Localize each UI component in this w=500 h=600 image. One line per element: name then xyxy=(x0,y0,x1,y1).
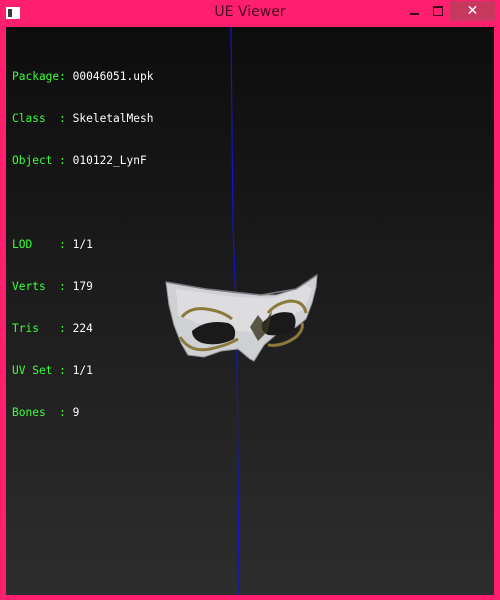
info-row-object: Object : 010122_LynF xyxy=(12,154,147,167)
minimize-icon xyxy=(409,13,419,15)
info-row-tris: Tris : 224 xyxy=(12,322,93,335)
close-button[interactable]: ✕ xyxy=(450,1,495,21)
maximize-button[interactable] xyxy=(426,1,450,21)
3d-viewport[interactable]: Package: 00046051.upk Class : SkeletalMe… xyxy=(6,27,494,595)
info-row-package: Package: 00046051.upk xyxy=(12,70,154,83)
info-row-uvset: UV Set : 1/1 xyxy=(12,364,93,377)
minimize-button[interactable] xyxy=(402,1,426,21)
close-icon: ✕ xyxy=(466,3,479,19)
app-window: UE Viewer ✕ Package: 00046051.upk Class … xyxy=(0,0,500,600)
info-row-lod: LOD : 1/1 xyxy=(12,238,93,251)
mesh-info-panel: Package: 00046051.upk Class : SkeletalMe… xyxy=(12,42,153,448)
info-row-bones: Bones : 9 xyxy=(12,406,80,419)
info-row-class: Class : SkeletalMesh xyxy=(12,112,154,125)
maximize-icon xyxy=(433,6,443,16)
title-bar[interactable]: UE Viewer ✕ xyxy=(0,0,500,27)
mask-model xyxy=(165,274,318,362)
info-row-verts: Verts : 179 xyxy=(12,280,93,293)
